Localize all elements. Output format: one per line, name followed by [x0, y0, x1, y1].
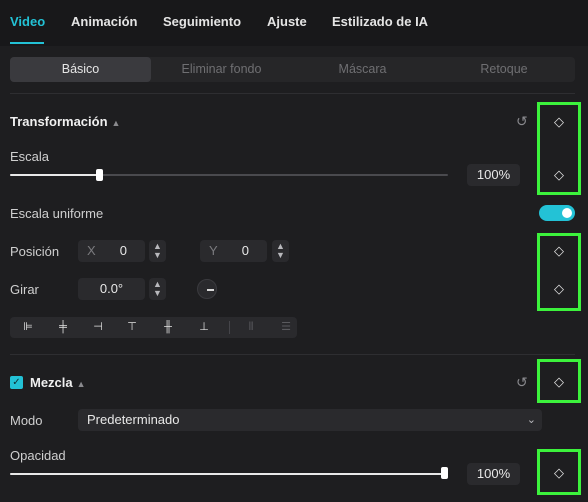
reset-icon[interactable]: ↺	[516, 374, 528, 391]
position-y-input[interactable]: Y 0	[200, 240, 267, 262]
rotate-label: Girar	[10, 282, 39, 297]
scale-value-input[interactable]: 100%	[467, 164, 520, 186]
position-label: Posición	[10, 244, 60, 259]
position-x-input[interactable]: X 0	[78, 240, 145, 262]
rotate-dial-indicator	[207, 289, 214, 291]
toolbar-separator	[229, 321, 230, 334]
scale-label: Escala	[10, 149, 50, 164]
align-left-icon[interactable]: ⊫	[16, 317, 40, 338]
scale-slider-fill	[10, 174, 100, 176]
tab-estilizado-ia[interactable]: Estilizado de IA	[332, 14, 428, 29]
toggle-knob	[562, 208, 572, 218]
opacity-label: Opacidad	[10, 448, 66, 463]
distribute-horizontal-icon[interactable]: ⫴	[239, 317, 263, 338]
alignment-toolbar: ⊫ ╪ ⊣ ⊤ ╫ ⊥ ⫴ ☰	[10, 317, 297, 338]
keyframe-highlight-box	[537, 359, 581, 403]
align-center-horizontal-icon[interactable]: ╪	[51, 317, 75, 338]
rotate-dial[interactable]	[197, 279, 217, 299]
subtab-mascara[interactable]: Máscara	[292, 57, 433, 82]
blend-enabled-checkbox[interactable]: ✓	[10, 376, 23, 389]
y-axis-letter: Y	[209, 243, 218, 258]
opacity-slider-fill	[10, 473, 446, 475]
subtab-eliminar-fondo[interactable]: Eliminar fondo	[151, 57, 292, 82]
align-center-vertical-icon[interactable]: ╫	[156, 317, 180, 338]
blend-mode-select[interactable]: Predeterminado ⌄	[78, 409, 542, 431]
section-divider	[10, 354, 575, 355]
rotate-value-input[interactable]: 0.0°	[78, 278, 145, 300]
opacity-value-input[interactable]: 100%	[467, 463, 520, 485]
align-right-icon[interactable]: ⊣	[86, 317, 110, 338]
distribute-vertical-icon[interactable]: ☰	[274, 317, 298, 338]
collapse-caret-icon: ▲	[76, 379, 86, 389]
opacity-slider-thumb[interactable]	[441, 467, 448, 479]
keyframe-highlight-box	[537, 233, 581, 311]
transform-title: Transformación	[10, 114, 108, 129]
uniform-scale-toggle[interactable]	[539, 205, 575, 221]
scale-slider-thumb[interactable]	[96, 169, 103, 181]
subtab-basico[interactable]: Básico	[10, 57, 151, 82]
y-axis-value: 0	[241, 243, 249, 258]
reset-icon[interactable]: ↺	[516, 113, 528, 130]
x-axis-value: 0	[119, 243, 127, 258]
position-x-stepper[interactable]: ▲ ▼	[149, 240, 166, 262]
keyframe-highlight-box	[537, 449, 581, 495]
section-divider	[10, 93, 575, 94]
align-top-icon[interactable]: ⊤	[120, 317, 144, 338]
keyframe-highlight-box	[537, 102, 581, 195]
tab-seguimiento[interactable]: Seguimiento	[163, 14, 241, 29]
transform-section-header[interactable]: Transformación ▲	[10, 114, 120, 129]
active-tab-indicator	[10, 42, 44, 44]
chevron-down-icon: ⌄	[526, 414, 536, 426]
x-axis-letter: X	[87, 243, 96, 258]
tab-ajuste[interactable]: Ajuste	[267, 14, 307, 29]
blend-section-header[interactable]: Mezcla ▲	[30, 375, 86, 390]
subtab-retoque[interactable]: Retoque	[433, 57, 575, 82]
blend-mode-label: Modo	[10, 413, 43, 428]
tab-animacion[interactable]: Animación	[71, 14, 137, 29]
subtab-segmented-control: Básico Eliminar fondo Máscara Retoque	[10, 57, 575, 82]
blend-title: Mezcla	[30, 375, 73, 390]
align-bottom-icon[interactable]: ⊥	[192, 317, 216, 338]
blend-mode-value: Predeterminado	[87, 412, 180, 427]
uniform-scale-label: Escala uniforme	[10, 206, 104, 221]
collapse-caret-icon: ▲	[111, 118, 121, 128]
tab-video[interactable]: Video	[10, 14, 45, 29]
top-tab-bar: Video Animación Seguimiento Ajuste Estil…	[0, 0, 588, 46]
rotate-stepper[interactable]: ▲ ▼	[149, 278, 166, 300]
position-y-stepper[interactable]: ▲ ▼	[272, 240, 289, 262]
